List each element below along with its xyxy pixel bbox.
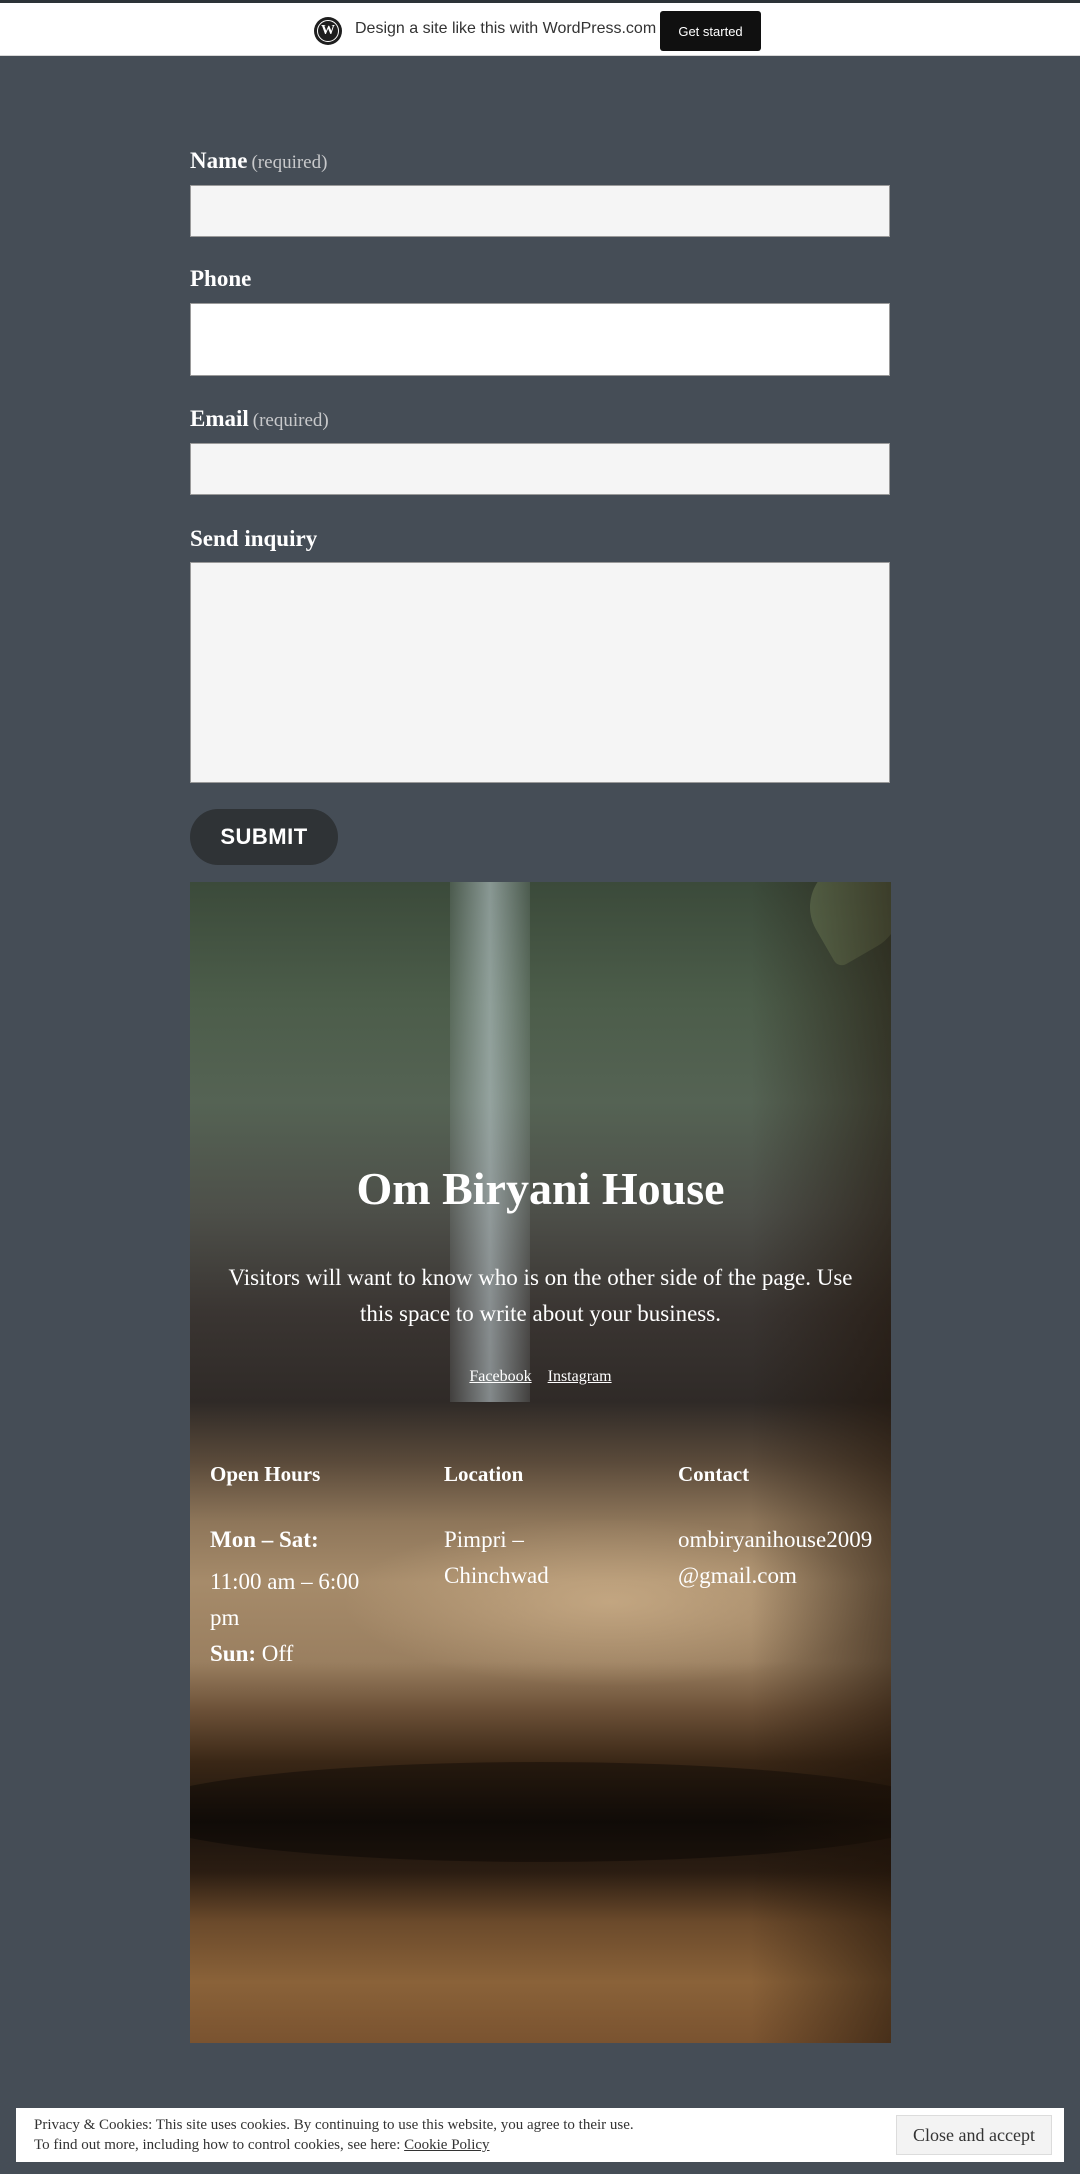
email-label-text: Email [190,406,249,431]
email-field[interactable] [190,443,890,495]
contact-email[interactable]: ombiryanihouse2009@gmail.com [678,1522,873,1594]
get-started-button[interactable]: Get started [660,11,761,51]
open-hours-heading: Open Hours [210,1462,321,1486]
email-label: Email (required) [190,406,329,432]
instagram-link[interactable]: Instagram [548,1368,612,1385]
name-label: Name (required) [190,148,327,174]
sunday-hours: Off [261,1641,294,1666]
location-heading: Location [444,1462,524,1486]
cookie-text: Privacy & Cookies: This site uses cookie… [34,2115,634,2155]
cookie-policy-link[interactable]: Cookie Policy [404,2137,489,2153]
weekday-hours: 11:00 am – 6:00 pm [210,1569,360,1630]
wordpress-logo-icon[interactable]: W [314,17,342,45]
name-label-text: Name [190,148,248,173]
inquiry-label: Send inquiry [190,526,318,551]
open-hours-text: Mon – Sat: 11:00 am – 6:00 pm Sun: Off [210,1522,390,1672]
site-description: Visitors will want to know who is on the… [228,1265,853,1326]
submit-button[interactable]: SUBMIT [190,809,338,865]
wordpress-logo-glyph: W [321,23,335,38]
phone-field[interactable] [190,303,890,376]
inquiry-textarea[interactable] [190,562,890,783]
sunday-label: Sun: [210,1641,257,1666]
weekday-label: Mon – Sat: [210,1527,319,1552]
banner-text[interactable]: Design a site like this with WordPress.c… [355,20,656,38]
contact-heading: Contact [678,1462,750,1486]
name-required-hint: (required) [251,152,328,173]
name-field[interactable] [190,185,890,237]
social-links: Facebook Instagram [190,1368,891,1386]
cookie-line-2: To find out more, including how to contr… [34,2137,401,2153]
cookie-banner: Privacy & Cookies: This site uses cookie… [16,2108,1064,2162]
facebook-link[interactable]: Facebook [469,1368,531,1385]
wordpress-banner: W Design a site like this with WordPress… [0,0,1080,56]
site-title: Om Biryani House [356,1163,725,1214]
cover-shadow [751,882,891,2043]
cookie-line-1: Privacy & Cookies: This site uses cookie… [34,2117,634,2133]
phone-label: Phone [190,266,252,291]
cover-block: Om Biryani House Visitors will want to k… [190,882,891,2043]
close-and-accept-button[interactable]: Close and accept [896,2115,1052,2155]
email-required-hint: (required) [252,410,329,431]
location-text: Pimpri – Chinchwad [444,1527,549,1588]
